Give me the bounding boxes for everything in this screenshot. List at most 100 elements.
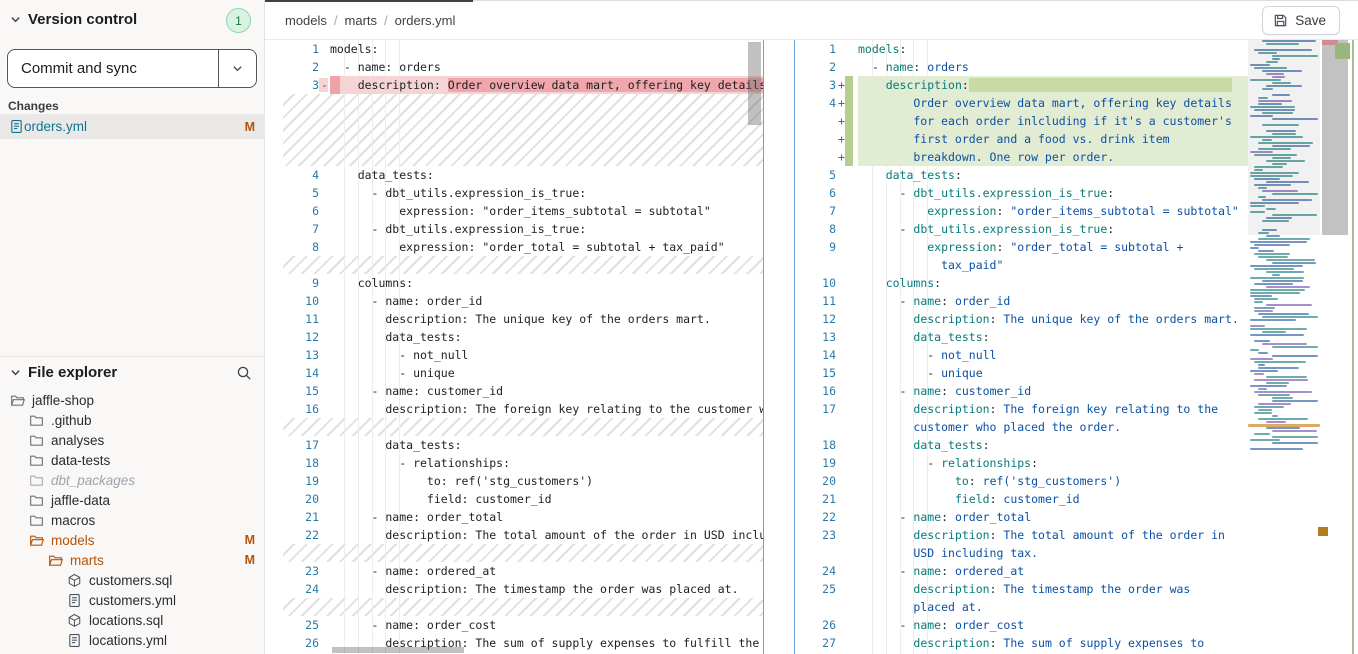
code-line[interactable]: 14 - unique (283, 364, 763, 382)
code-line[interactable]: 21 field: customer_id (800, 490, 1250, 508)
code-line[interactable]: 2 - name: orders (283, 58, 763, 76)
editor-topbar: models/marts/orders.yml Save (265, 0, 1358, 40)
line-number: 14 (800, 346, 836, 364)
code-line[interactable]: 15 - unique (800, 364, 1250, 382)
code-line[interactable]: 14 - not_null (800, 346, 1250, 364)
code-line[interactable]: 4 data_tests: (283, 166, 763, 184)
code-line[interactable]: 24 - name: ordered_at (800, 562, 1250, 580)
code-line[interactable]: 3+ description: (800, 76, 1250, 94)
line-number: 4 (800, 94, 836, 112)
code-line[interactable]: 5 - dbt_utils.expression_is_true: (283, 184, 763, 202)
save-button[interactable]: Save (1262, 6, 1340, 35)
changed-file-row[interactable]: orders.yml M (0, 114, 265, 139)
code-line[interactable]: 5 data_tests: (800, 166, 1250, 184)
code-line[interactable]: 22 description: The total amount of the … (283, 526, 763, 544)
code-line[interactable]: 21 - name: order_total (283, 508, 763, 526)
sidebar-item-customers-yml[interactable]: customers.yml (0, 590, 265, 610)
code-line[interactable]: 15 - name: customer_id (283, 382, 763, 400)
version-control-header[interactable]: Version control (10, 11, 137, 28)
code-line[interactable]: 11 description: The unique key of the or… (283, 310, 763, 328)
sidebar-item-jaffle-data[interactable]: jaffle-data (0, 490, 265, 510)
code-line[interactable]: 12 data_tests: (283, 328, 763, 346)
code-line[interactable]: USD including tax. (800, 544, 1250, 562)
diff-change-marker (319, 438, 321, 452)
code-line[interactable]: 18 data_tests: (800, 436, 1250, 454)
overview-ruler[interactable] (1322, 40, 1350, 654)
code-line[interactable]: 10 - name: order_id (283, 292, 763, 310)
diff-change-marker (836, 42, 838, 56)
breadcrumb-item[interactable]: orders.yml (395, 13, 456, 28)
code-line[interactable]: 11 - name: order_id (800, 292, 1250, 310)
code-line[interactable]: 8 expression: "order_total = subtotal + … (283, 238, 763, 256)
sidebar-item-customers-sql[interactable]: customers.sql (0, 570, 265, 590)
code-line[interactable]: 16 - name: customer_id (800, 382, 1250, 400)
code-line[interactable]: placed at. (800, 598, 1250, 616)
vertical-scrollbar-thumb[interactable] (748, 42, 761, 125)
code-line[interactable]: 4+ Order overview data mart, offering ke… (800, 94, 1250, 112)
code-line[interactable]: 22 - name: order_total (800, 508, 1250, 526)
code-line[interactable]: 25 description: The timestamp the order … (800, 580, 1250, 598)
code-line[interactable]: 2 - name: orders (800, 58, 1250, 76)
code-text: description: (858, 76, 1250, 94)
sidebar-item-dbt-packages[interactable]: dbt_packages (0, 470, 265, 490)
code-line[interactable]: 24 description: The timestamp the order … (283, 580, 763, 598)
code-line[interactable]: 8 - dbt_utils.expression_is_true: (800, 220, 1250, 238)
code-line[interactable]: 25 - name: order_cost (283, 616, 763, 634)
code-line[interactable]: + first order and a food vs. drink item (800, 130, 1250, 148)
code-line[interactable]: 23 - name: ordered_at (283, 562, 763, 580)
sidebar-item-label: customers.yml (89, 593, 176, 608)
diff-modified-pane[interactable]: 1models:2 - name: orders3+ description: … (800, 40, 1250, 654)
code-line[interactable]: 17 description: The foreign key relating… (800, 400, 1250, 418)
code-line[interactable]: 6 - dbt_utils.expression_is_true: (800, 184, 1250, 202)
code-line[interactable]: 23 description: The total amount of the … (800, 526, 1250, 544)
overview-scrollbar-thumb[interactable] (1322, 40, 1348, 235)
code-line[interactable]: 19 to: ref('stg_customers') (283, 472, 763, 490)
diff-split-sash[interactable] (763, 40, 795, 654)
code-line[interactable]: 20 field: customer_id (283, 490, 763, 508)
code-line[interactable]: 3- description: Order overview data mart… (283, 76, 763, 94)
code-line[interactable]: customer who placed the order. (800, 418, 1250, 436)
code-line[interactable]: 19 - relationships: (800, 454, 1250, 472)
commit-options-caret[interactable] (218, 50, 256, 87)
code-line[interactable]: 7 expression: "order_items_subtotal = su… (800, 202, 1250, 220)
code-line[interactable]: 13 data_tests: (800, 328, 1250, 346)
sidebar-item-marts[interactable]: martsM (0, 550, 265, 570)
code-line[interactable]: 9 columns: (283, 274, 763, 292)
search-icon[interactable] (236, 365, 252, 381)
code-line[interactable]: 1models: (800, 40, 1250, 58)
code-line[interactable]: 20 to: ref('stg_customers') (800, 472, 1250, 490)
code-line[interactable]: 10 columns: (800, 274, 1250, 292)
diff-change-marker (836, 330, 838, 344)
code-line[interactable]: 16 description: The foreign key relating… (283, 400, 763, 418)
code-line[interactable]: 7 - dbt_utils.expression_is_true: (283, 220, 763, 238)
horizontal-scrollbar-thumb[interactable] (332, 647, 464, 653)
sidebar-item-models[interactable]: modelsM (0, 530, 265, 550)
code-line[interactable]: 17 data_tests: (283, 436, 763, 454)
code-line[interactable]: + for each order inlcluding if it's a cu… (800, 112, 1250, 130)
sidebar-item-macros[interactable]: macros (0, 510, 265, 530)
code-line[interactable]: + breakdown. One row per order. (800, 148, 1250, 166)
code-line[interactable]: 27 description: The sum of supply expens… (800, 634, 1250, 652)
code-line[interactable]: 12 description: The unique key of the or… (800, 310, 1250, 328)
diff-original-pane[interactable]: 1models:2 - name: orders3- description: … (283, 40, 763, 654)
commit-and-sync-button[interactable]: Commit and sync (7, 49, 257, 88)
file-explorer-header[interactable]: File explorer (10, 364, 117, 381)
code-line[interactable]: 9 expression: "order_total = subtotal + (800, 238, 1250, 256)
code-text: columns: (330, 274, 763, 292)
sidebar-item--github[interactable]: .github (0, 410, 265, 430)
sidebar-item-analyses[interactable]: analyses (0, 430, 265, 450)
code-line[interactable]: 18 - relationships: (283, 454, 763, 472)
breadcrumb-item[interactable]: models (285, 13, 327, 28)
code-text: placed at. (858, 598, 1250, 616)
code-text: - name: orders (330, 58, 763, 76)
code-line[interactable]: 1models: (283, 40, 763, 58)
code-line[interactable]: 13 - not_null (283, 346, 763, 364)
sidebar-item-jaffle-shop[interactable]: jaffle-shop (0, 390, 265, 410)
sidebar-item-locations-sql[interactable]: locations.sql (0, 610, 265, 630)
code-line[interactable]: 6 expression: "order_items_subtotal = su… (283, 202, 763, 220)
sidebar-item-data-tests[interactable]: data-tests (0, 450, 265, 470)
breadcrumb-item[interactable]: marts (345, 13, 378, 28)
code-line[interactable]: tax_paid" (800, 256, 1250, 274)
sidebar-item-locations-yml[interactable]: locations.yml (0, 630, 265, 650)
code-line[interactable]: 26 - name: order_cost (800, 616, 1250, 634)
